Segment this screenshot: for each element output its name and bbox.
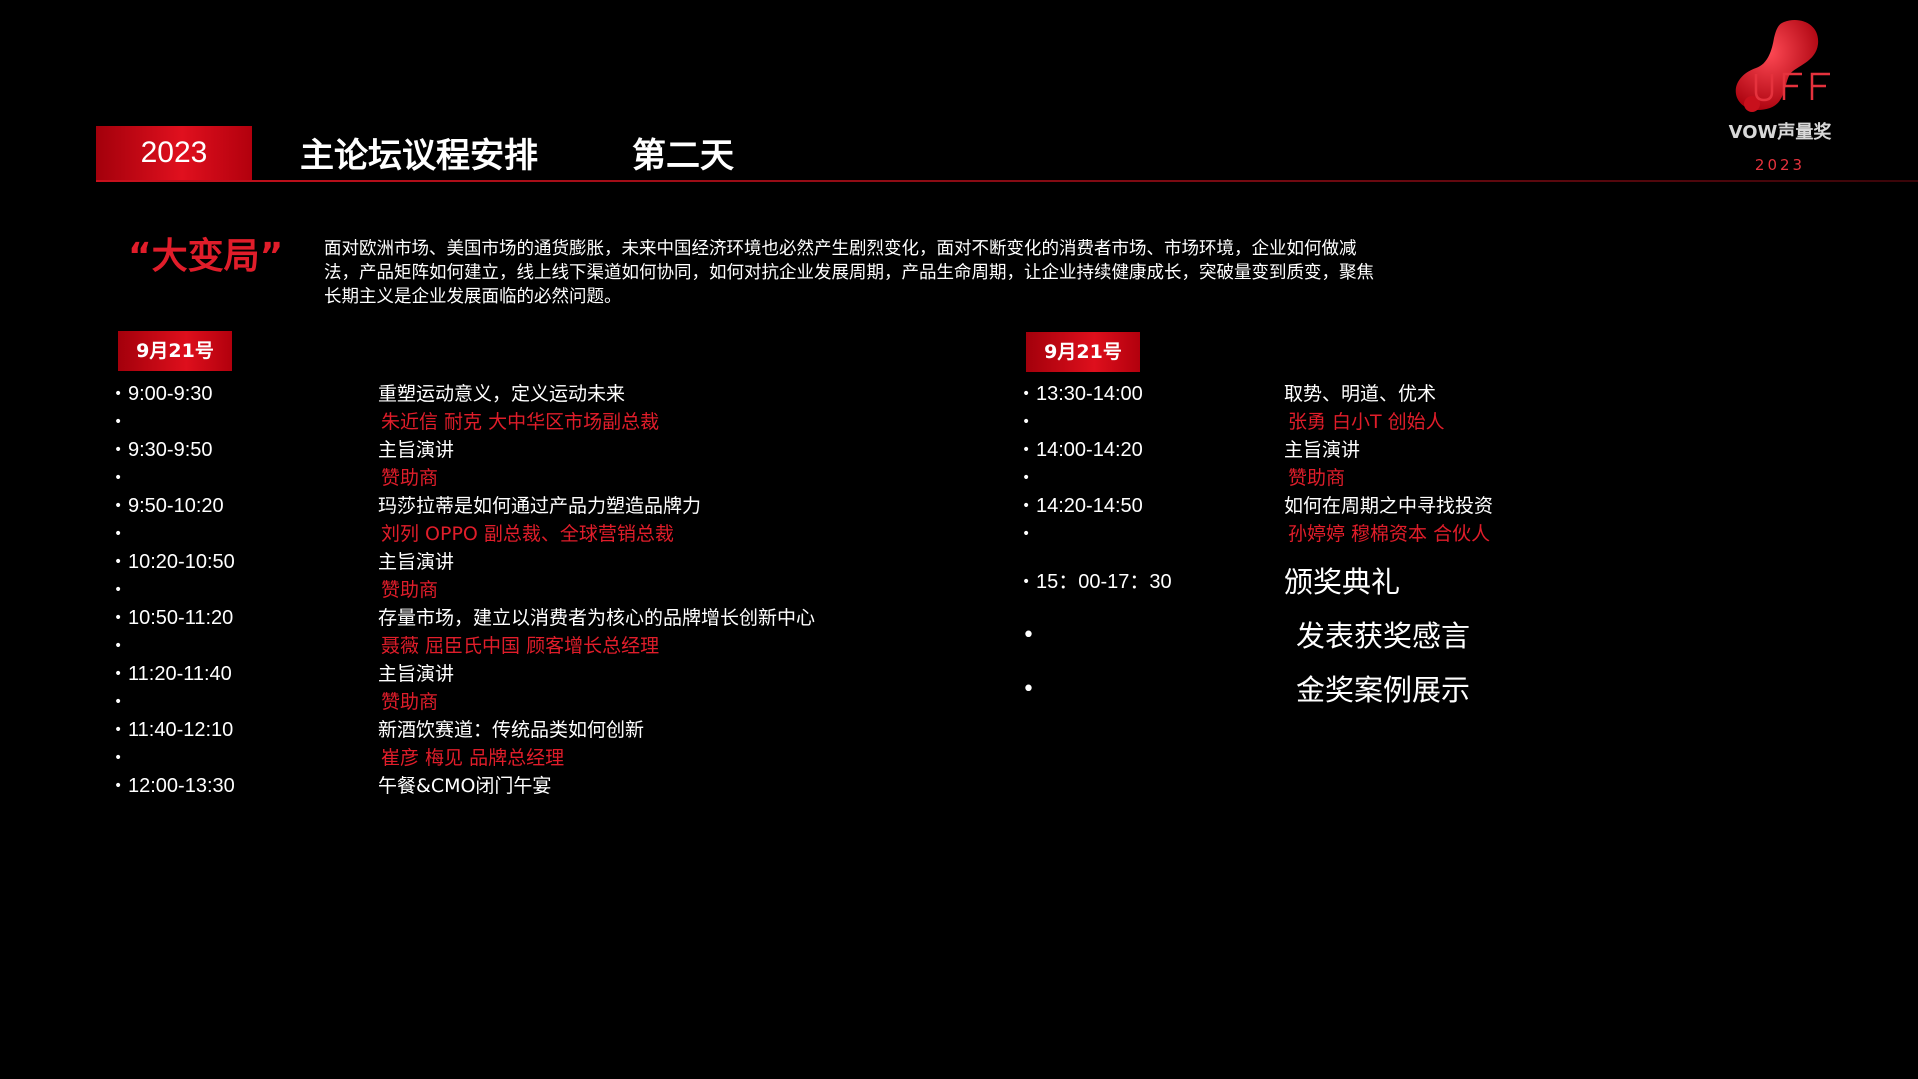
bullet: •: [114, 526, 123, 542]
year-badge: 2023: [96, 126, 252, 180]
date-badge-left: 9月21号: [118, 331, 232, 371]
schedule-left: • 9:00-9:30 重塑运动意义，定义运动未来 • 朱近信 耐克 大中华区市…: [114, 380, 914, 800]
item-topic: 主旨演讲: [1284, 439, 1361, 461]
item-topic: 存量市场，建立以消费者为核心的品牌增长创新中心: [378, 607, 816, 629]
ceremony-time: 15：00-17：30: [1036, 571, 1172, 593]
bullet: •: [1022, 414, 1031, 430]
date-badge-right: 9月21号: [1026, 332, 1140, 372]
item-topic: 新酒饮赛道：传统品类如何创新: [378, 719, 645, 741]
bullet: •: [114, 638, 123, 654]
bullet: •: [1022, 470, 1031, 486]
bullet: •: [114, 694, 123, 710]
item-speaker: 孙婷婷 穆棉资本 合伙人: [1288, 523, 1491, 545]
bullet: •: [114, 722, 123, 738]
item-time: 11:40-12:10: [128, 719, 234, 741]
item-time: 9:30-9:50: [128, 439, 213, 461]
bullet: •: [114, 750, 123, 766]
item-time: 14:00-14:20: [1036, 439, 1143, 461]
bullet: •: [1022, 386, 1031, 402]
bullet: •: [114, 666, 123, 682]
bullet: •: [114, 470, 123, 486]
item-speaker: 赞助商: [381, 691, 439, 713]
bullet: •: [114, 554, 123, 570]
bullet: •: [114, 386, 123, 402]
day-label: 第二天: [632, 136, 734, 176]
ceremony-sub-label: 发表获奖感言: [1296, 619, 1471, 653]
bullet: •: [114, 442, 123, 458]
bullet: •: [1022, 574, 1031, 590]
item-speaker: 赞助商: [381, 467, 439, 489]
bullet: •: [114, 610, 123, 626]
bullet: •: [114, 498, 123, 514]
item-topic: 主旨演讲: [378, 439, 455, 461]
bullet: •: [114, 778, 123, 794]
logo-brand: VOW声量奖: [1728, 122, 1832, 143]
bullet: •: [1022, 623, 1035, 648]
intro-paragraph: 面对欧洲市场、美国市场的通货膨胀，未来中国经济环境也必然产生剧烈变化，面对不断变…: [324, 239, 1374, 307]
item-time: 10:20-10:50: [128, 551, 235, 573]
theme-title: “大变局”: [128, 236, 284, 277]
bullet: •: [1022, 677, 1035, 702]
ceremony-sub-label: 金奖案例展示: [1296, 673, 1471, 707]
item-topic: 午餐&CMO闭门午宴: [378, 775, 552, 797]
ceremony-title: 颁奖典礼: [1284, 565, 1401, 599]
item-time: 11:20-11:40: [128, 663, 232, 685]
bullet: •: [1022, 526, 1031, 542]
item-topic: 玛莎拉蒂是如何通过产品力塑造品牌力: [378, 495, 702, 517]
item-topic: 主旨演讲: [378, 663, 455, 685]
item-speaker: 朱近信 耐克 大中华区市场副总裁: [381, 411, 660, 433]
bullet: •: [114, 582, 123, 598]
item-time: 13:30-14:00: [1036, 383, 1143, 405]
bullet: •: [114, 414, 123, 430]
item-speaker: 张勇 白小T 创始人: [1288, 411, 1445, 433]
item-topic: 取势、明道、优术: [1284, 383, 1437, 405]
item-time: 9:00-9:30: [128, 383, 213, 405]
item-speaker: 赞助商: [381, 579, 439, 601]
schedule-right: • 13:30-14:00 取势、明道、优术 • 张勇 白小T 创始人 • 14…: [1022, 380, 1722, 720]
item-speaker: 聂薇 屈臣氏中国 顾客增长总经理: [381, 635, 660, 657]
item-speaker: 赞助商: [1288, 467, 1346, 489]
item-speaker: 刘列 OPPO 副总裁、全球营销总裁: [381, 523, 674, 545]
uff-logo-text-icon: [1754, 72, 1830, 102]
item-time: 12:00-13:30: [128, 775, 235, 797]
item-speaker: 崔彦 梅见 品牌总经理: [381, 747, 565, 769]
item-topic: 主旨演讲: [378, 551, 455, 573]
logo-year: 2023: [1754, 156, 1806, 174]
item-time: 14:20-14:50: [1036, 495, 1143, 517]
item-time: 10:50-11:20: [128, 607, 234, 629]
bullet: •: [1022, 442, 1031, 458]
item-topic: 重塑运动意义，定义运动未来: [378, 383, 626, 405]
header-divider: [96, 180, 1918, 182]
item-time: 9:50-10:20: [128, 495, 224, 517]
item-topic: 如何在周期之中寻找投资: [1284, 495, 1494, 517]
page-title: 主论坛议程安排: [300, 136, 538, 176]
bullet: •: [1022, 498, 1031, 514]
